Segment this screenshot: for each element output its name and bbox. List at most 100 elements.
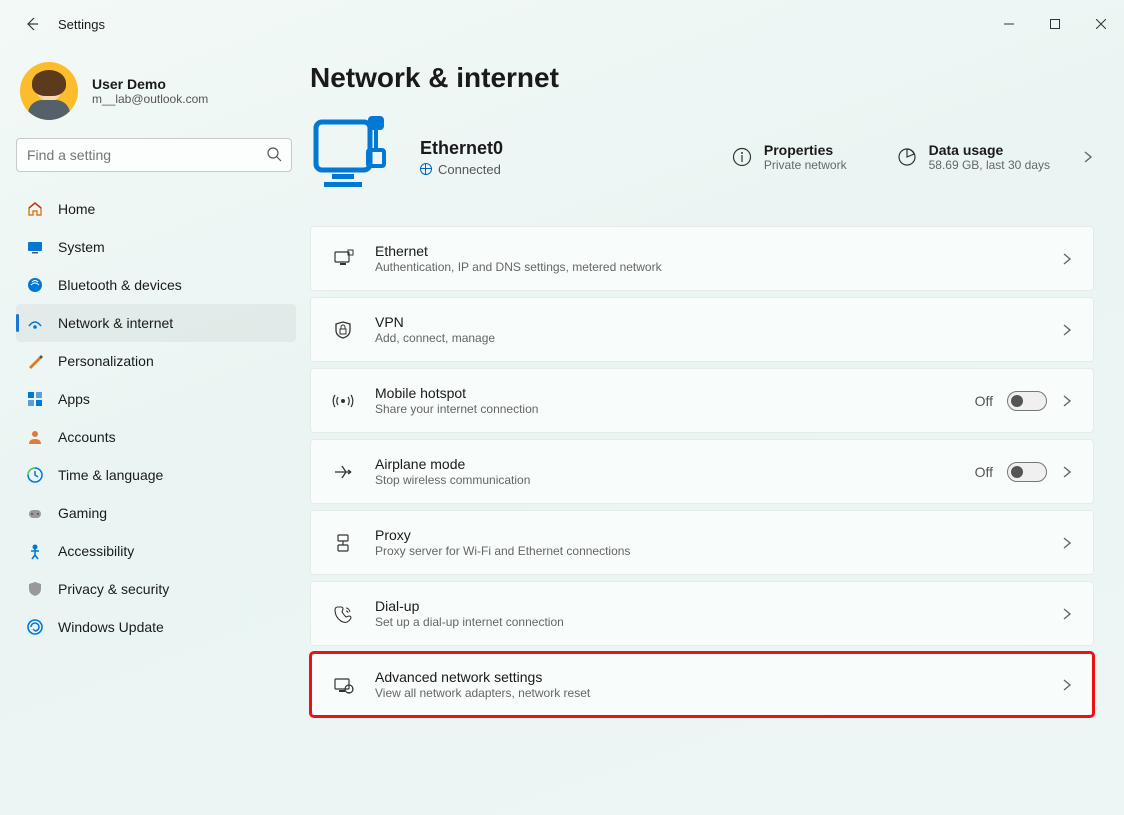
vpn-icon <box>331 319 355 341</box>
nav-icon <box>26 466 44 484</box>
nav-icon <box>26 352 44 370</box>
profile[interactable]: User Demo m__lab@outlook.com <box>16 56 296 138</box>
setting-subtitle: Proxy server for Wi-Fi and Ethernet conn… <box>375 544 630 558</box>
nav-label: System <box>58 239 105 255</box>
close-button[interactable] <box>1078 9 1124 39</box>
nav-label: Time & language <box>58 467 163 483</box>
user-email: m__lab@outlook.com <box>92 92 208 106</box>
nav-label: Personalization <box>58 353 154 369</box>
chevron-right-icon <box>1061 608 1073 620</box>
connection-status: Connected <box>420 162 503 177</box>
nav-icon <box>26 390 44 408</box>
setting-title: Proxy <box>375 527 630 543</box>
nav-icon <box>26 428 44 446</box>
setting-subtitle: Authentication, IP and DNS settings, met… <box>375 260 662 274</box>
setting-vpn[interactable]: VPNAdd, connect, manage <box>310 297 1094 362</box>
nav-item-bluetooth-devices[interactable]: Bluetooth & devices <box>16 266 296 304</box>
airplane-icon <box>331 461 355 483</box>
chevron-right-icon <box>1061 537 1073 549</box>
nav-label: Network & internet <box>58 315 173 331</box>
sidebar: User Demo m__lab@outlook.com Home System B… <box>0 48 300 815</box>
nav-list: Home System Bluetooth & devices Network & i… <box>16 190 296 646</box>
chevron-right-icon <box>1061 395 1073 407</box>
nav-icon <box>26 580 44 598</box>
data-usage-link[interactable]: Data usage 58.69 GB, last 30 days <box>897 142 1094 172</box>
pie-icon <box>897 147 917 167</box>
info-icon <box>732 147 752 167</box>
minimize-button[interactable] <box>986 9 1032 39</box>
titlebar: Settings <box>0 0 1124 48</box>
page-title: Network & internet <box>310 62 1094 94</box>
user-name: User Demo <box>92 76 208 92</box>
nav-item-windows-update[interactable]: Windows Update <box>16 608 296 646</box>
toggle-label: Off <box>975 393 993 409</box>
toggle-switch[interactable] <box>1007 462 1047 482</box>
search-box[interactable] <box>16 138 292 172</box>
avatar <box>20 62 78 120</box>
nav-icon <box>26 542 44 560</box>
nav-icon <box>26 618 44 636</box>
window-title: Settings <box>58 17 105 32</box>
window-controls <box>986 9 1124 39</box>
setting-subtitle: Set up a dial-up internet connection <box>375 615 564 629</box>
ethernet-icon <box>331 248 355 270</box>
nav-item-network-internet[interactable]: Network & internet <box>16 304 296 342</box>
nav-item-privacy-security[interactable]: Privacy & security <box>16 570 296 608</box>
setting-title: Ethernet <box>375 243 662 259</box>
nav-item-home[interactable]: Home <box>16 190 296 228</box>
setting-subtitle: Add, connect, manage <box>375 331 495 345</box>
setting-title: Advanced network settings <box>375 669 590 685</box>
chevron-right-icon <box>1061 253 1073 265</box>
setting-title: VPN <box>375 314 495 330</box>
setting-advanced-network-settings[interactable]: Advanced network settingsView all networ… <box>310 652 1094 717</box>
globe-icon <box>420 163 432 175</box>
search-icon <box>266 146 282 162</box>
hotspot-icon <box>331 390 355 412</box>
nav-item-accessibility[interactable]: Accessibility <box>16 532 296 570</box>
chevron-right-icon <box>1061 324 1073 336</box>
main-content: Network & internet Ethernet0 Connected <box>300 48 1124 815</box>
maximize-button[interactable] <box>1032 9 1078 39</box>
nav-item-personalization[interactable]: Personalization <box>16 342 296 380</box>
nav-item-system[interactable]: System <box>16 228 296 266</box>
dialup-icon <box>331 603 355 625</box>
nav-label: Windows Update <box>58 619 164 635</box>
chevron-right-icon <box>1061 679 1073 691</box>
chevron-right-icon <box>1082 151 1094 163</box>
setting-subtitle: Stop wireless communication <box>375 473 530 487</box>
nav-icon <box>26 238 44 256</box>
advanced-icon <box>331 674 355 696</box>
setting-title: Dial-up <box>375 598 564 614</box>
nav-icon <box>26 200 44 218</box>
nav-label: Accessibility <box>58 543 134 559</box>
nav-item-accounts[interactable]: Accounts <box>16 418 296 456</box>
pc-ethernet-icon <box>310 112 400 202</box>
toggle-label: Off <box>975 464 993 480</box>
network-header: Ethernet0 Connected Properties Private n… <box>310 112 1094 202</box>
nav-icon <box>26 504 44 522</box>
nav-label: Privacy & security <box>58 581 169 597</box>
nav-label: Gaming <box>58 505 107 521</box>
setting-mobile-hotspot[interactable]: Mobile hotspotShare your internet connec… <box>310 368 1094 433</box>
toggle-switch[interactable] <box>1007 391 1047 411</box>
nav-icon <box>26 276 44 294</box>
nav-item-time-language[interactable]: Time & language <box>16 456 296 494</box>
connection-name: Ethernet0 <box>420 138 503 159</box>
nav-label: Apps <box>58 391 90 407</box>
setting-airplane-mode[interactable]: Airplane modeStop wireless communication… <box>310 439 1094 504</box>
setting-dial-up[interactable]: Dial-upSet up a dial-up internet connect… <box>310 581 1094 646</box>
nav-icon <box>26 314 44 332</box>
setting-ethernet[interactable]: EthernetAuthentication, IP and DNS setti… <box>310 226 1094 291</box>
back-button[interactable] <box>18 10 46 38</box>
nav-label: Bluetooth & devices <box>58 277 182 293</box>
setting-subtitle: View all network adapters, network reset <box>375 686 590 700</box>
setting-proxy[interactable]: ProxyProxy server for Wi-Fi and Ethernet… <box>310 510 1094 575</box>
nav-item-apps[interactable]: Apps <box>16 380 296 418</box>
chevron-right-icon <box>1061 466 1073 478</box>
nav-item-gaming[interactable]: Gaming <box>16 494 296 532</box>
nav-label: Accounts <box>58 429 116 445</box>
properties-link[interactable]: Properties Private network <box>732 142 847 172</box>
nav-label: Home <box>58 201 95 217</box>
proxy-icon <box>331 532 355 554</box>
search-input[interactable] <box>16 138 292 172</box>
